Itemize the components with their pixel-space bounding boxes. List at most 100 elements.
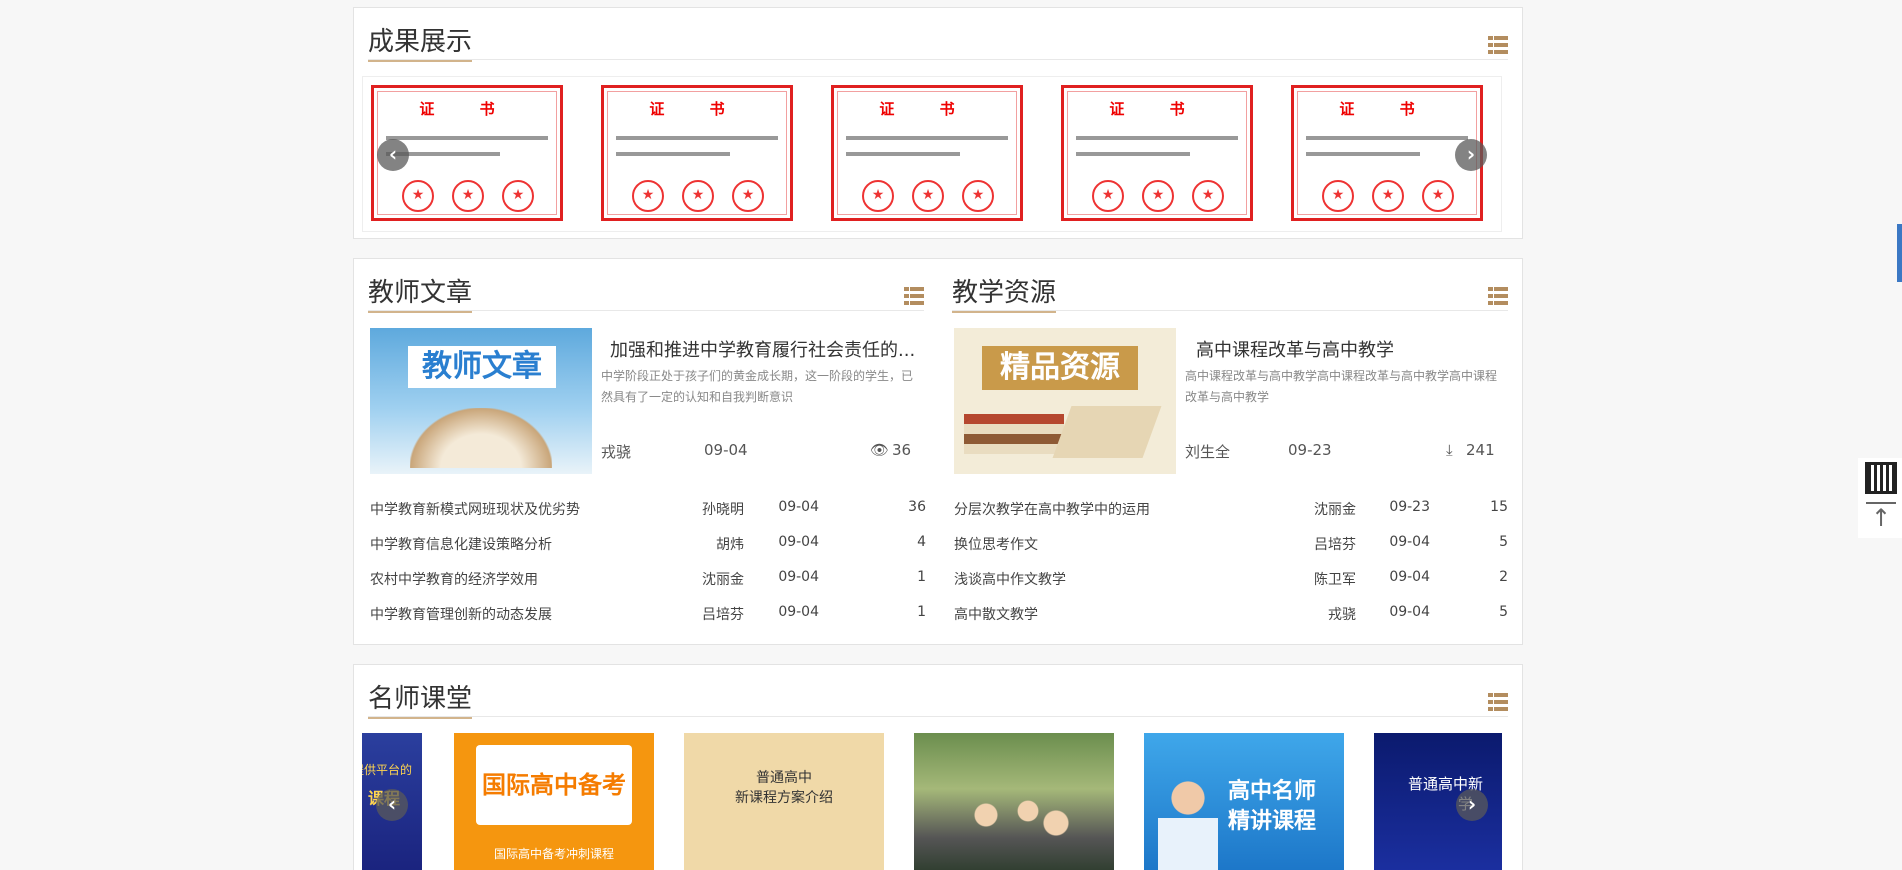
seal-icon [452,180,484,212]
section-title: 教学资源 [952,277,1057,313]
featured-article-desc: 中学阶段正处于孩子们的黄金成长期，这一阶段的学生，已然具有了一定的认知和自我判断… [601,369,914,404]
list-item-date: 09-04 [778,534,819,550]
seal-icon [1142,180,1174,212]
list-item-date: 09-04 [1389,569,1430,585]
list-item-title[interactable]: 农村中学教育的经济学效用 [370,569,538,589]
book-icon [1052,406,1162,458]
scrollbar-thumb[interactable] [1897,224,1902,282]
certificate-card[interactable]: 证 书 [601,85,793,221]
seal-icon [962,180,994,212]
lesson-card[interactable]: 高中名师 精讲课程 [1144,733,1344,870]
list-item-author: 吕培芬 [702,607,744,623]
list-item[interactable]: 浅谈高中作文教学 陈卫军 09-04 2 [954,569,1508,591]
list-item-date: 09-04 [778,604,819,620]
seal-icon [1092,180,1124,212]
seal-icon [502,180,534,212]
seal-icon [632,180,664,212]
lesson-card[interactable] [914,733,1114,870]
chevron-left-icon[interactable]: ‹ [376,789,408,821]
list-item[interactable]: 换位思考作文 吕培芬 09-04 5 [954,534,1508,556]
featured-resource-date: 09-23 [1288,441,1332,459]
chevron-left-icon[interactable]: ‹ [377,139,409,171]
list-item-author: 吕培芬 [1314,537,1356,553]
achievements-carousel: 证 书 证 书 证 书 证 书 [362,76,1502,232]
featured-article-image[interactable]: 教师文章 [370,328,592,474]
section-title: 成果展示 [368,26,473,62]
seal-icon [862,180,894,212]
list-item-count: 36 [908,499,926,515]
lessons-carousel: 提供平台的 课程 国际高中备考 国际高中备考冲刺课程 普通高中 新课程方案介绍 … [362,733,1502,870]
back-to-top-icon[interactable]: ↑ [1866,502,1896,532]
list-item-author: 戎骁 [1328,607,1356,623]
featured-resource-image[interactable]: 精品资源 [954,328,1176,474]
person-photo-icon [1158,773,1218,870]
list-item-title[interactable]: 高中散文教学 [954,604,1038,624]
more-list-icon[interactable] [1488,693,1508,711]
lesson-card-text: 普通高中 [756,770,812,786]
list-item-count: 5 [1499,534,1508,550]
list-item-title[interactable]: 中学教育新模式网班现状及优劣势 [370,499,580,519]
featured-article-title[interactable]: 加强和推进中学教育履行社会责任的... [610,336,922,362]
lesson-card[interactable]: 普通高中 新课程方案介绍 [684,733,884,870]
list-item-date: 09-04 [778,499,819,515]
chevron-right-icon[interactable]: › [1456,789,1488,821]
list-item-count: 1 [917,604,926,620]
lesson-card[interactable]: 国际高中备考 国际高中备考冲刺课程 [454,733,654,870]
featured-resource-author: 刘生全 [1185,443,1231,461]
certificate-title: 证 书 [419,100,515,118]
list-item-count: 5 [1499,604,1508,620]
lesson-card-text: 精讲课程 [1228,809,1317,834]
list-item-author: 沈丽金 [1314,502,1356,518]
list-item[interactable]: 中学教育信息化建设策略分析 胡炜 09-04 4 [370,534,926,556]
certificate-title: 证 书 [1339,100,1435,118]
list-item[interactable]: 中学教育新模式网班现状及优劣势 孙晓明 09-04 36 [370,499,926,521]
list-item[interactable]: 高中散文教学 戎骁 09-04 5 [954,604,1508,626]
image-caption: 精品资源 [982,346,1138,390]
list-item-title[interactable]: 浅谈高中作文教学 [954,569,1066,589]
certificate-card[interactable]: 证 书 [831,85,1023,221]
certificate-title: 证 书 [1109,100,1205,118]
more-list-icon[interactable] [904,287,924,305]
featured-resource-downloads: 241 [1466,441,1495,459]
list-item-title[interactable]: 换位思考作文 [954,534,1038,554]
list-item-count: 4 [917,534,926,550]
more-list-icon[interactable] [1488,36,1508,54]
lesson-card-text: 提供平台的 [362,763,412,777]
lesson-card-text: 国际高中备考 [476,745,632,825]
featured-article-views: 36 [892,441,912,459]
books-icon [964,414,1064,454]
section-divider [368,716,1508,717]
certificate-title: 证 书 [879,100,975,118]
certificate-card[interactable]: 证 书 [1061,85,1253,221]
list-item-author: 胡炜 [716,537,744,553]
list-item-date: 09-04 [778,569,819,585]
section-divider [368,59,1508,60]
featured-resource-title[interactable]: 高中课程改革与高中教学 [1196,336,1508,362]
more-list-icon[interactable] [1488,287,1508,305]
list-item[interactable]: 分层次教学在高中教学中的运用 沈丽金 09-23 15 [954,499,1508,521]
featured-article-date: 09-04 [704,441,748,459]
qr-code-icon[interactable] [1865,462,1897,494]
seal-icon [1322,180,1354,212]
seal-icon [1422,180,1454,212]
list-item-title[interactable]: 分层次教学在高中教学中的运用 [954,499,1150,519]
lesson-card-text: 国际高中备考冲刺课程 [493,847,614,861]
seal-icon [1372,180,1404,212]
certificate-title: 证 书 [649,100,745,118]
list-item-title[interactable]: 中学教育管理创新的动态发展 [370,604,552,624]
chevron-right-icon[interactable]: › [1455,139,1487,171]
list-item[interactable]: 中学教育管理创新的动态发展 吕培芬 09-04 1 [370,604,926,626]
lessons-panel: 名师课堂 提供平台的 课程 国际高中备考 国际高中备考冲刺课程 普通高中 新课程… [353,664,1523,870]
book-icon [410,408,552,468]
list-item-author: 陈卫军 [1314,572,1356,588]
image-caption: 教师文章 [408,346,556,388]
seal-icon [732,180,764,212]
list-item-date: 09-04 [1389,604,1430,620]
featured-article-author: 戎骁 [601,443,632,461]
articles-resources-panel: 教师文章 教师文章 加强和推进中学教育履行社会责任的... 中学阶段正处于孩子们… [353,258,1523,645]
list-item[interactable]: 农村中学教育的经济学效用 沈丽金 09-04 1 [370,569,926,591]
list-item-title[interactable]: 中学教育信息化建设策略分析 [370,534,552,554]
list-item-date: 09-23 [1389,499,1430,515]
list-item-author: 孙晓明 [702,502,744,518]
side-toolbar: ↑ [1858,458,1902,538]
